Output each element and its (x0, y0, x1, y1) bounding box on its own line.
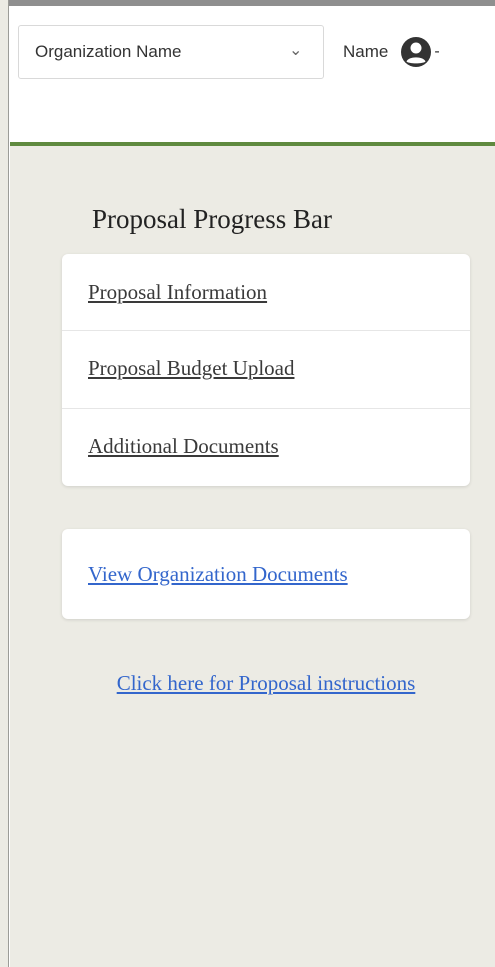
sidebar: Proposal Progress Bar Proposal Informati… (10, 146, 495, 967)
user-circle-icon (400, 36, 432, 68)
user-name-label: Name (343, 42, 389, 61)
organization-select[interactable]: Organization Name ⌄ (18, 25, 324, 79)
user-menu[interactable]: Name - (343, 32, 440, 72)
left-panel-edge (0, 0, 9, 967)
dropdown-caret-icon: ⌄ (289, 42, 303, 59)
progress-link-proposal-information[interactable]: Proposal Information (62, 254, 470, 330)
top-header: Organization Name ⌄ Name - (10, 6, 495, 143)
progress-title: Proposal Progress Bar (92, 204, 332, 234)
organization-documents-card: View Organization Documents (62, 529, 470, 619)
progress-link-additional-documents[interactable]: Additional Documents (62, 408, 470, 484)
organization-select-value: Organization Name (35, 42, 182, 61)
view-organization-documents-link[interactable]: View Organization Documents (88, 562, 348, 587)
progress-link-proposal-budget-upload[interactable]: Proposal Budget Upload (62, 330, 470, 406)
progress-card: Proposal Information Proposal Budget Upl… (62, 254, 470, 486)
proposal-instructions-link[interactable]: Click here for Proposal instructions (106, 668, 426, 698)
user-menu-caret-icon: - (434, 43, 440, 60)
